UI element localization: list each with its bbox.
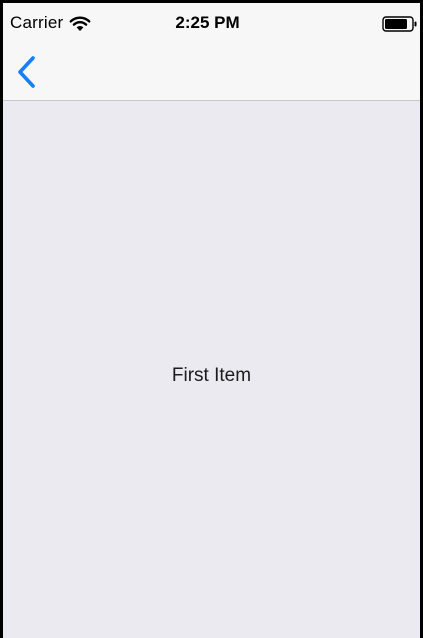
chevron-left-icon bbox=[18, 56, 35, 88]
back-button[interactable] bbox=[11, 53, 41, 91]
status-bar: Carrier 2:25 PM bbox=[3, 3, 420, 39]
battery-icon bbox=[382, 16, 417, 32]
status-time: 2:25 PM bbox=[175, 13, 240, 32]
phone-screen: Carrier 2:25 PM First Item bbox=[0, 0, 423, 638]
content-label: First Item bbox=[171, 365, 252, 386]
main-content: First Item bbox=[3, 102, 420, 638]
navigation-bar bbox=[3, 39, 420, 101]
top-bar-area: Carrier 2:25 PM bbox=[3, 3, 420, 101]
